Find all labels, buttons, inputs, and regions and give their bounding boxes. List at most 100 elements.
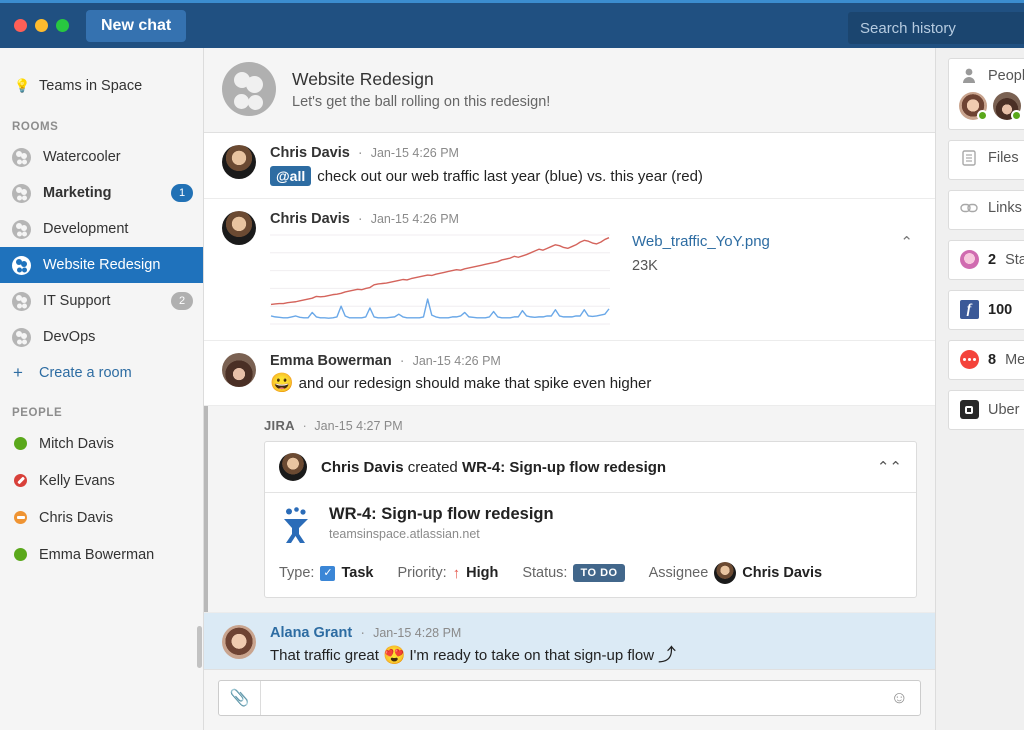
sidebar-person-emma-bowerman[interactable]: Emma Bowerman: [0, 536, 203, 573]
lightbulb-icon: 💡: [14, 78, 31, 93]
message-author[interactable]: Alana Grant: [270, 625, 352, 641]
jira-type-label: Type:: [279, 565, 315, 581]
person-icon-svg: [963, 68, 975, 83]
avatar[interactable]: [222, 145, 256, 179]
right-card-messages[interactable]: 8 Messages: [948, 340, 1024, 380]
message-input[interactable]: [261, 681, 891, 715]
task-checkbox-icon: ✓: [320, 565, 336, 581]
message-text-after: I'm ready to take on that sign-up flow: [409, 646, 655, 664]
sidebar-item-it-support[interactable]: IT Support 2: [0, 283, 203, 319]
window-titlebar: New chat Search history: [0, 0, 1024, 48]
unread-badge: 2: [171, 292, 193, 310]
arrow-glyph-icon: ⤴: [658, 645, 677, 665]
chevron-up-icon[interactable]: ⌃: [900, 233, 913, 251]
avatar[interactable]: [959, 92, 988, 121]
chart-svg: [270, 234, 610, 325]
sidebar-item-development[interactable]: Development: [0, 211, 203, 247]
right-card-label: Stars: [1005, 251, 1024, 268]
team-name-label: Teams in Space: [39, 78, 143, 94]
link-icon: [959, 201, 979, 215]
create-room-button[interactable]: + Create a room: [0, 355, 203, 391]
people-avatar-strip: [959, 92, 1024, 121]
message-timestamp: Jan-15 4:26 PM: [370, 212, 459, 226]
jira-logo-icon: [279, 505, 317, 550]
file-icon: [959, 150, 979, 166]
sidebar-item-website-redesign[interactable]: Website Redesign: [0, 247, 203, 283]
jira-issue-details: WR-4: Sign-up flow redesign teamsinspace…: [265, 493, 916, 597]
sidebar-person-chris-davis[interactable]: Chris Davis: [0, 499, 203, 536]
unread-badge: 1: [171, 184, 193, 202]
sidebar-person-kelly-evans[interactable]: Kelly Evans: [0, 462, 203, 499]
presence-online-icon: [14, 437, 27, 450]
close-window-button[interactable]: [14, 19, 27, 32]
uber-icon: [959, 400, 979, 419]
jira-issue-title[interactable]: WR-4: Sign-up flow redesign: [329, 505, 554, 524]
priority-high-arrow-icon: ↑: [452, 564, 461, 582]
separator: ·: [357, 145, 363, 161]
message-author: Chris Davis: [270, 145, 350, 161]
jira-activity-row: Chris Davis created WR-4: Sign-up flow r…: [265, 442, 916, 493]
sidebar-item-watercooler[interactable]: Watercooler: [0, 139, 203, 175]
right-sidebar: People Fi: [935, 48, 1024, 730]
right-card-facebook[interactable]: f 100: [948, 290, 1024, 330]
jira-type-value: Task: [341, 565, 374, 581]
right-card-uber[interactable]: Uber: [948, 390, 1024, 430]
grinning-emoji-icon: 😀: [270, 373, 294, 394]
message-item-attachment: Chris Davis · Jan-15 4:26 PM Web_traffic…: [204, 199, 935, 341]
message-item: Chris Davis · Jan-15 4:26 PM @all check …: [204, 133, 935, 199]
avatar[interactable]: [222, 625, 256, 659]
mention-tag[interactable]: @all: [270, 166, 312, 186]
chevrons-up-icon[interactable]: ⌃⌃: [877, 460, 902, 475]
facebook-icon: f: [959, 300, 979, 319]
people-section-heading: PEOPLE: [12, 407, 63, 419]
right-card-links[interactable]: Links: [948, 190, 1024, 230]
sidebar-item-label: IT Support: [43, 293, 111, 309]
web-traffic-chart[interactable]: [270, 233, 610, 328]
message-timestamp: Jan-15 4:26 PM: [370, 146, 459, 160]
sidebar-item-marketing[interactable]: Marketing 1: [0, 175, 203, 211]
new-chat-button[interactable]: New chat: [86, 9, 187, 42]
right-card-files[interactable]: Files: [948, 140, 1024, 180]
main-body: 💡 Teams in Space ROOMS Watercooler Marke…: [0, 48, 1024, 730]
message-timestamp: Jan-15 4:28 PM: [373, 626, 462, 640]
paperclip-icon[interactable]: 📎: [219, 681, 261, 715]
right-card-stars[interactable]: 2 Stars: [948, 240, 1024, 280]
sidebar-scrollbar[interactable]: [197, 626, 202, 668]
room-icon: [12, 291, 31, 311]
avatar[interactable]: [279, 453, 307, 481]
room-icon: [12, 183, 31, 203]
team-selector[interactable]: 💡 Teams in Space: [0, 67, 203, 105]
message-timestamp: Jan-15 4:26 PM: [412, 354, 501, 368]
sidebar-item-label: Website Redesign: [43, 257, 161, 273]
search-history-input[interactable]: Search history: [848, 12, 1024, 44]
person-name-label: Kelly Evans: [39, 472, 115, 489]
jira-issue-fields: Type: ✓ Task Priority: ↑ High Status: TO…: [279, 562, 902, 584]
avatar[interactable]: [714, 562, 737, 584]
avatar[interactable]: [222, 353, 256, 387]
minimize-window-button[interactable]: [35, 19, 48, 32]
smiley-icon[interactable]: ☺: [891, 688, 920, 708]
attachment-filesize: 23K: [632, 258, 658, 274]
presence-busy-icon: [14, 474, 27, 487]
file-icon-svg: [962, 150, 976, 166]
presence-away-icon: [14, 511, 27, 524]
sidebar-item-label: Development: [43, 221, 129, 237]
attachment-filename-link[interactable]: Web_traffic_YoY.png: [632, 233, 770, 250]
jira-activity-issue: WR-4: Sign-up flow redesign: [461, 458, 667, 476]
message-timestamp: Jan-15 4:27 PM: [314, 419, 403, 433]
jira-issue-url: teamsinspace.atlassian.net: [329, 527, 480, 541]
jira-priority-value: High: [466, 565, 499, 581]
avatar[interactable]: [993, 92, 1022, 121]
link-icon-svg: [960, 203, 978, 213]
jira-integration-message: JIRA · Jan-15 4:27 PM Chris Davis create…: [204, 406, 935, 613]
person-icon: [959, 68, 979, 84]
jira-assignee-value: Chris Davis: [742, 565, 823, 581]
right-card-people[interactable]: People: [948, 58, 1024, 130]
message-composer: 📎 ☺: [204, 669, 935, 730]
jira-priority-label: Priority:: [397, 565, 447, 581]
sidebar-item-devops[interactable]: DevOps: [0, 319, 203, 355]
sidebar-person-mitch-davis[interactable]: Mitch Davis: [0, 425, 203, 462]
maximize-window-button[interactable]: [56, 19, 69, 32]
room-icon: [12, 147, 31, 167]
avatar[interactable]: [222, 211, 256, 245]
